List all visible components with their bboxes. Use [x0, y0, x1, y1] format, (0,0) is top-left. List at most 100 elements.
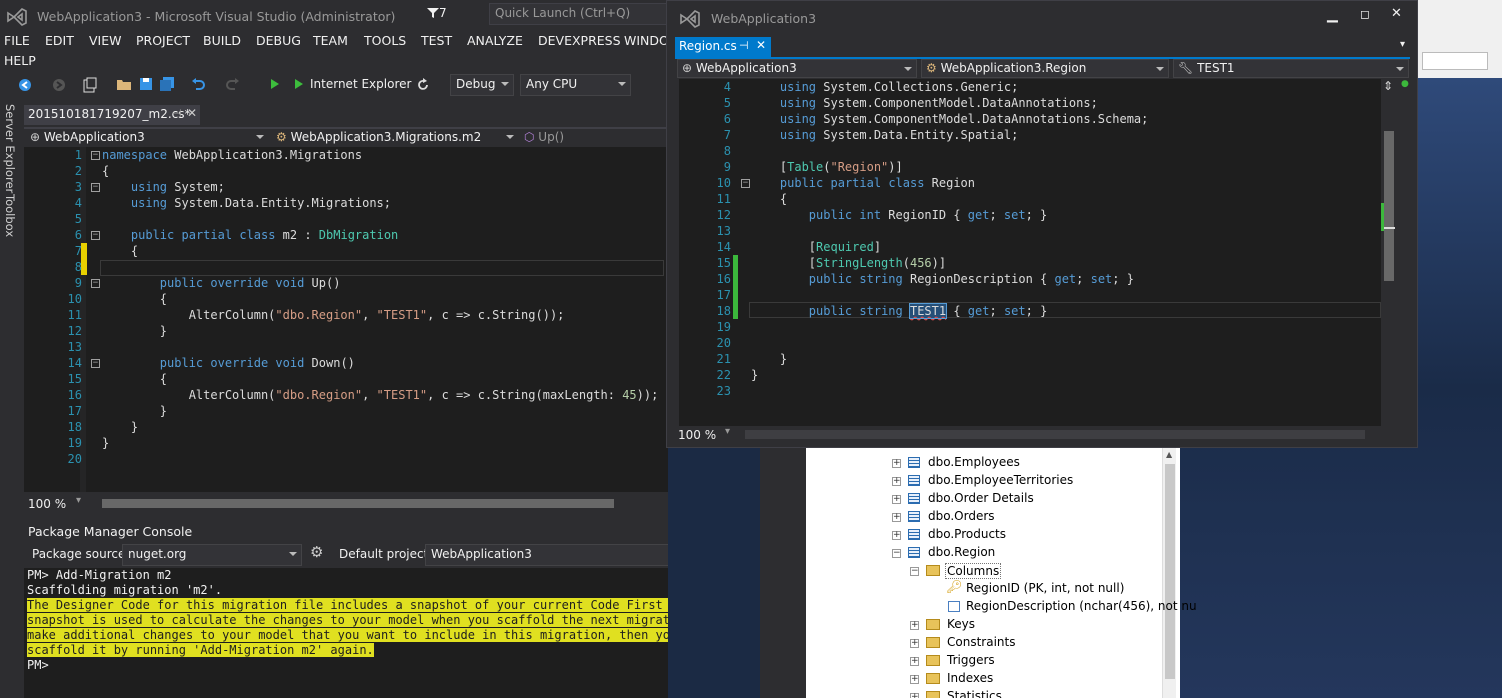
menu-window[interactable]: WINDO: [624, 33, 668, 48]
maximize-button[interactable]: ◻: [1360, 7, 1370, 21]
tree-item-columns-folder[interactable]: Columns: [945, 563, 1002, 579]
class-name: WebApplication3.Migrations.m2: [290, 130, 482, 144]
document-tab-region[interactable]: Region.cs ⊣ ✕: [675, 37, 771, 57]
tree-item-folder[interactable]: Indexes: [947, 671, 993, 685]
zoom-dropdown-icon[interactable]: ▾: [76, 495, 81, 506]
tab-overflow-icon[interactable]: ▾: [1400, 39, 1405, 50]
code-line: }: [102, 420, 139, 434]
collapse-icon[interactable]: −: [91, 183, 100, 192]
collapse-icon[interactable]: −: [91, 151, 100, 160]
visual-studio-logo-icon: [680, 10, 700, 28]
tree-item-folder[interactable]: Triggers: [947, 653, 995, 667]
collapse-icon[interactable]: −: [91, 279, 100, 288]
close-tab-icon[interactable]: ✕: [756, 38, 766, 52]
menu-file[interactable]: FILE: [4, 33, 30, 48]
tree-item-table-expanded[interactable]: dbo.Region: [928, 545, 995, 559]
save-icon[interactable]: [139, 77, 153, 91]
settings-gear-icon[interactable]: ⚙: [310, 543, 323, 561]
document-tab-label: Region.cs: [679, 39, 737, 53]
server-explorer-tab[interactable]: Server Explorer: [3, 104, 17, 193]
tree-item-table[interactable]: dbo.Products: [928, 527, 1006, 541]
menu-edit[interactable]: EDIT: [45, 33, 74, 48]
close-window-button[interactable]: ✕: [1391, 6, 1402, 21]
code-line: public string RegionDescription { get; s…: [808, 272, 1134, 286]
tree-item-folder[interactable]: Constraints: [947, 635, 1015, 649]
vertical-scrollbar[interactable]: ⇕: [1381, 79, 1397, 426]
pin-icon[interactable]: ⊣: [172, 107, 182, 120]
code-line: [StringLength(456)]: [751, 256, 947, 270]
pin-icon[interactable]: ⊣: [739, 39, 749, 52]
tree-item-table[interactable]: dbo.EmployeeTerritories: [928, 473, 1073, 487]
class-dropdown[interactable]: ⚙ WebApplication3.Migrations.m2: [272, 129, 518, 147]
line-number: 20: [67, 452, 82, 466]
menu-analyze[interactable]: ANALYZE: [467, 33, 523, 48]
run-browser-icon[interactable]: [294, 78, 304, 90]
console-prompt: PM>: [27, 658, 49, 672]
zoom-level[interactable]: 100 %: [678, 428, 716, 442]
visual-studio-logo-icon: [7, 8, 27, 26]
filter-icon[interactable]: [426, 7, 440, 19]
line-number: 14: [716, 240, 731, 254]
menu-build[interactable]: BUILD: [203, 33, 241, 48]
tree-scrollbar[interactable]: ▲: [1162, 448, 1176, 698]
toolbox-tab[interactable]: Toolbox: [3, 194, 17, 237]
console-highlight-line: The Designer Code for this migration fil…: [27, 598, 668, 612]
start-debugging-icon[interactable]: [270, 78, 280, 90]
menu-devexpress[interactable]: DEVEXPRESS: [538, 33, 621, 48]
code-editor-migration[interactable]: 1− namespace WebApplication3.Migrations 2{…: [24, 147, 668, 492]
member-dropdown[interactable]: ⬡ Up(): [520, 129, 666, 147]
zoom-dropdown-icon[interactable]: ▾: [725, 426, 730, 437]
side-tool-strip: Server Explorer Toolbox: [0, 102, 20, 698]
menu-test[interactable]: TEST: [421, 33, 452, 48]
tree-item-table[interactable]: dbo.Employees: [928, 455, 1020, 469]
package-source-dropdown[interactable]: nuget.org: [122, 544, 302, 566]
code-line: {: [102, 372, 168, 386]
tree-item-column[interactable]: RegionDescription (nchar(456), not nu: [966, 599, 1197, 613]
new-project-icon[interactable]: [83, 77, 97, 93]
menu-help[interactable]: HELP: [4, 53, 36, 68]
class-dropdown[interactable]: ⚙ WebApplication3.Region: [921, 59, 1169, 78]
project-dropdown[interactable]: ⊕ WebApplication3: [677, 59, 917, 78]
collapse-icon[interactable]: −: [91, 231, 100, 240]
tree-item-folder[interactable]: Keys: [947, 617, 975, 631]
platform-dropdown[interactable]: Any CPU: [520, 74, 631, 96]
navigate-back-icon[interactable]: [18, 78, 32, 92]
save-all-icon[interactable]: [159, 77, 175, 91]
collapse-icon[interactable]: −: [741, 179, 750, 188]
menu-view[interactable]: VIEW: [89, 33, 122, 48]
tree-item-table[interactable]: dbo.Order Details: [928, 491, 1034, 505]
horizontal-scrollbar[interactable]: [745, 430, 1365, 439]
project-dropdown[interactable]: ⊕ WebApplication3: [26, 129, 268, 147]
default-project-dropdown[interactable]: WebApplication3: [425, 544, 668, 566]
notification-count[interactable]: 7: [439, 6, 447, 20]
menu-project[interactable]: PROJECT: [136, 33, 190, 48]
code-editor-region[interactable]: 4 using System.Collections.Generic; 5 usi…: [675, 79, 1397, 426]
object-explorer-tree[interactable]: ▲ + dbo.Employees + dbo.EmployeeTerritor…: [806, 448, 1197, 698]
document-tab-migration[interactable]: 201510181719207_m2.cs* ⊣ ✕: [24, 105, 200, 125]
browser-selector[interactable]: Internet Explorer: [310, 77, 411, 91]
line-number: 19: [67, 436, 82, 450]
close-tab-icon[interactable]: ✕: [187, 106, 197, 120]
minimize-button[interactable]: ▁: [1327, 7, 1338, 23]
line-number: 7: [723, 128, 731, 142]
undo-icon[interactable]: [191, 77, 205, 91]
configuration-dropdown[interactable]: Debug: [450, 74, 514, 96]
menu-tools[interactable]: TOOLS: [364, 33, 406, 48]
tree-item-folder[interactable]: Statistics: [947, 689, 1002, 698]
status-indicator-icon: ●: [1401, 79, 1409, 89]
tree-item-column[interactable]: RegionID (PK, int, not null): [966, 581, 1124, 595]
menu-debug[interactable]: DEBUG: [256, 33, 301, 48]
refresh-icon[interactable]: [416, 78, 430, 92]
horizontal-scrollbar[interactable]: [102, 499, 614, 508]
console-output[interactable]: PM> Add-Migration m2 Scaffolding migrati…: [24, 568, 668, 698]
open-file-icon[interactable]: [116, 77, 132, 91]
menu-team[interactable]: TEAM: [313, 33, 348, 48]
zoom-level[interactable]: 100 %: [28, 497, 66, 511]
navigate-forward-icon[interactable]: [52, 78, 66, 92]
collapse-icon[interactable]: −: [91, 359, 100, 368]
tree-item-table[interactable]: dbo.Orders: [928, 509, 995, 523]
line-number: 1: [74, 148, 82, 162]
quick-launch-input[interactable]: Quick Launch (Ctrl+Q): [489, 3, 668, 25]
member-dropdown[interactable]: 🔧︎ TEST1: [1173, 59, 1409, 78]
redo-icon[interactable]: [226, 77, 240, 91]
